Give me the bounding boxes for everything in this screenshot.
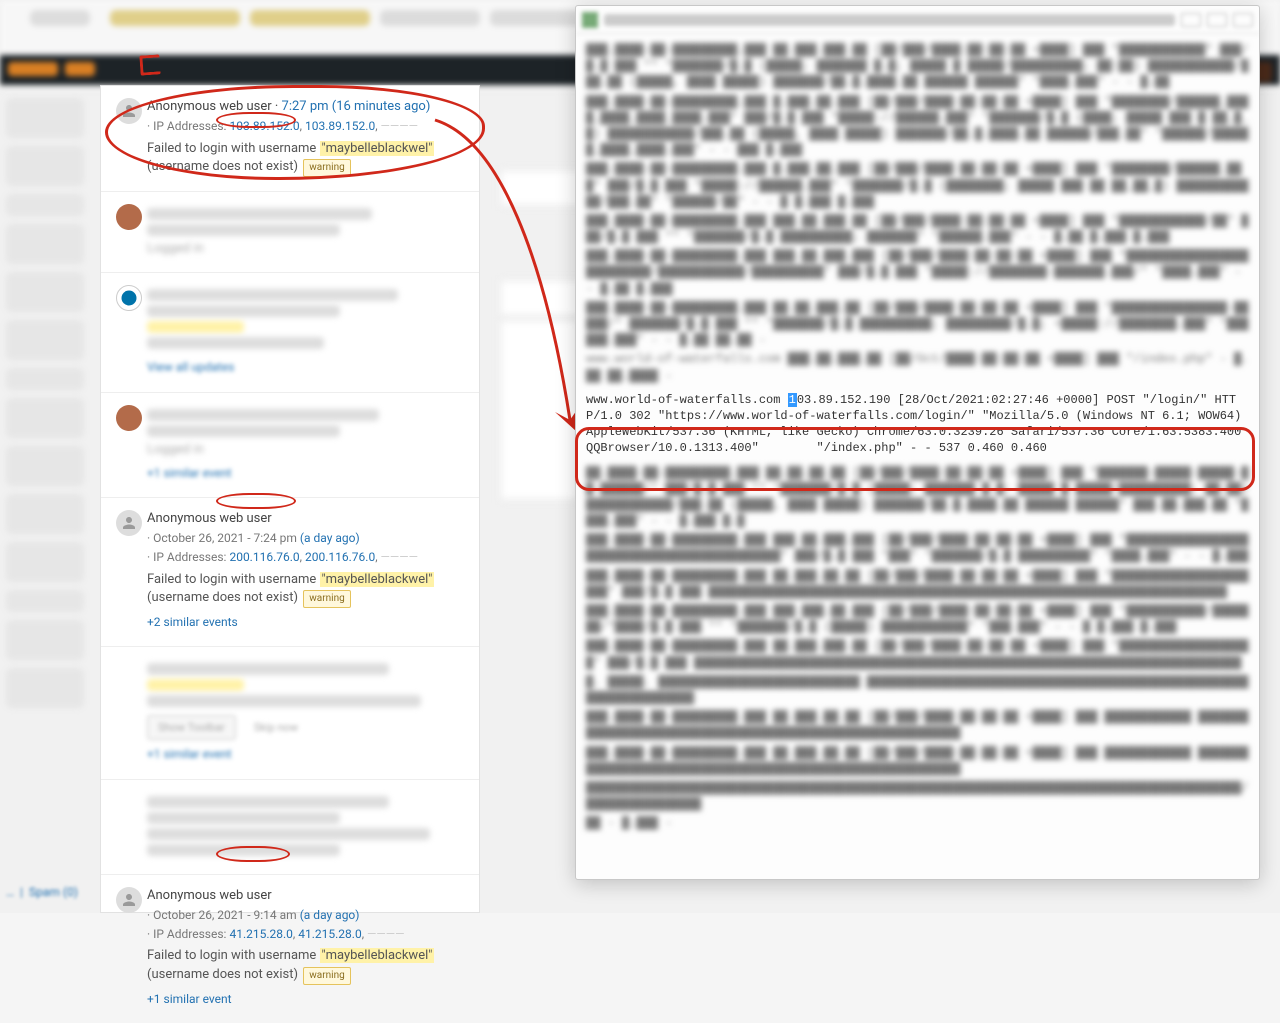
user-avatar-icon [116, 204, 142, 230]
log-entry: Anonymous web user · October 26, 2021 - … [101, 497, 479, 646]
similar-events-link[interactable]: +1 similar event [147, 465, 232, 482]
entry-highlight: "maybelleblackwel" [320, 572, 435, 587]
bottom-links-blur: …|Spam (0) [0, 879, 84, 905]
ip-link[interactable]: 103.89.152.0 [229, 119, 299, 133]
log-entry: Anonymous web user · October 26, 2021 - … [101, 874, 479, 1023]
window-titlebar[interactable] [576, 6, 1259, 34]
app-icon [582, 12, 598, 28]
warning-badge: warning [303, 159, 350, 177]
log-entry-blurred [101, 779, 479, 874]
close-button[interactable] [1233, 13, 1253, 27]
annotation-mark [139, 54, 160, 75]
view-updates-link[interactable]: View all updates [147, 359, 234, 376]
ip-label: IP Addresses: [153, 927, 226, 941]
ip-link[interactable]: 103.89.152.0 [305, 119, 375, 133]
entry-user: Anonymous web user [147, 511, 272, 526]
entry-highlight: "maybelleblackwel" [320, 141, 435, 156]
log-entry-blurred: View all updates [101, 272, 479, 391]
minimize-button[interactable] [1181, 13, 1201, 27]
entry-msg-pre: Failed to login with username [147, 572, 320, 587]
similar-events-link[interactable]: +1 similar event [147, 746, 232, 763]
ip-link[interactable]: 41.215.28.0 [298, 927, 361, 941]
skip-button[interactable]: Skip now [244, 716, 308, 739]
entry-time-link[interactable]: (a day ago) [300, 531, 360, 545]
anon-avatar-icon [116, 98, 142, 124]
wordpress-icon [116, 285, 142, 311]
entry-msg-post: (username does not exist) [147, 159, 301, 174]
entry-date: October 26, 2021 - 7:24 pm [153, 531, 300, 545]
maximize-button[interactable] [1207, 13, 1227, 27]
entry-user: Anonymous web user [147, 99, 272, 114]
highlighted-log-line: www.world-of-waterfalls.com 103.89.152.1… [586, 392, 1249, 457]
entry-date: October 26, 2021 - 9:14 am [153, 908, 300, 922]
selected-char: 1 [788, 393, 797, 407]
similar-events-link[interactable]: +1 similar event [147, 991, 232, 1008]
ip-label: IP Addresses: [153, 119, 226, 133]
log-entry-blurred: Logged in +1 similar event [101, 392, 479, 497]
ip-link[interactable]: 200.116.76.0 [229, 550, 299, 564]
show-toolbar-button[interactable]: Show Toolbar [147, 715, 236, 740]
warning-badge: warning [303, 967, 350, 985]
entry-user: Anonymous web user [147, 888, 272, 903]
anon-avatar-icon [116, 510, 142, 536]
activity-feed: Anonymous web user · 7:27 pm (16 minutes… [100, 85, 480, 913]
log-text-area[interactable]: ███.████-██-█████████.███ ██.███.███.██ … [576, 34, 1259, 847]
entry-msg-post: (username does not exist) [147, 967, 301, 982]
log-entry-blurred: Logged in [101, 191, 479, 272]
entry-time-link[interactable]: 7:27 pm (16 minutes ago) [282, 99, 431, 114]
ip-label: IP Addresses: [153, 550, 226, 564]
ip-link[interactable]: 200.116.76.0 [305, 550, 375, 564]
log-viewer-window: ███.████-██-█████████.███ ██.███.███.██ … [575, 5, 1260, 880]
anon-avatar-icon [116, 887, 142, 913]
log-entry-blurred: Show Toolbar Skip now +1 similar event [101, 646, 479, 779]
log-entry: Anonymous web user · 7:27 pm (16 minutes… [101, 86, 479, 191]
entry-msg-pre: Failed to login with username [147, 948, 320, 963]
entry-msg-post: (username does not exist) [147, 590, 301, 605]
user-avatar-icon [116, 405, 142, 431]
entry-highlight: "maybelleblackwel" [320, 948, 435, 963]
similar-events-link[interactable]: +2 similar events [147, 614, 238, 631]
wp-sidebar-blur [0, 90, 90, 716]
ip-link[interactable]: 41.215.28.0 [229, 927, 292, 941]
entry-time-link[interactable]: (a day ago) [300, 908, 360, 922]
entry-msg-pre: Failed to login with username [147, 141, 320, 156]
warning-badge: warning [303, 590, 350, 608]
